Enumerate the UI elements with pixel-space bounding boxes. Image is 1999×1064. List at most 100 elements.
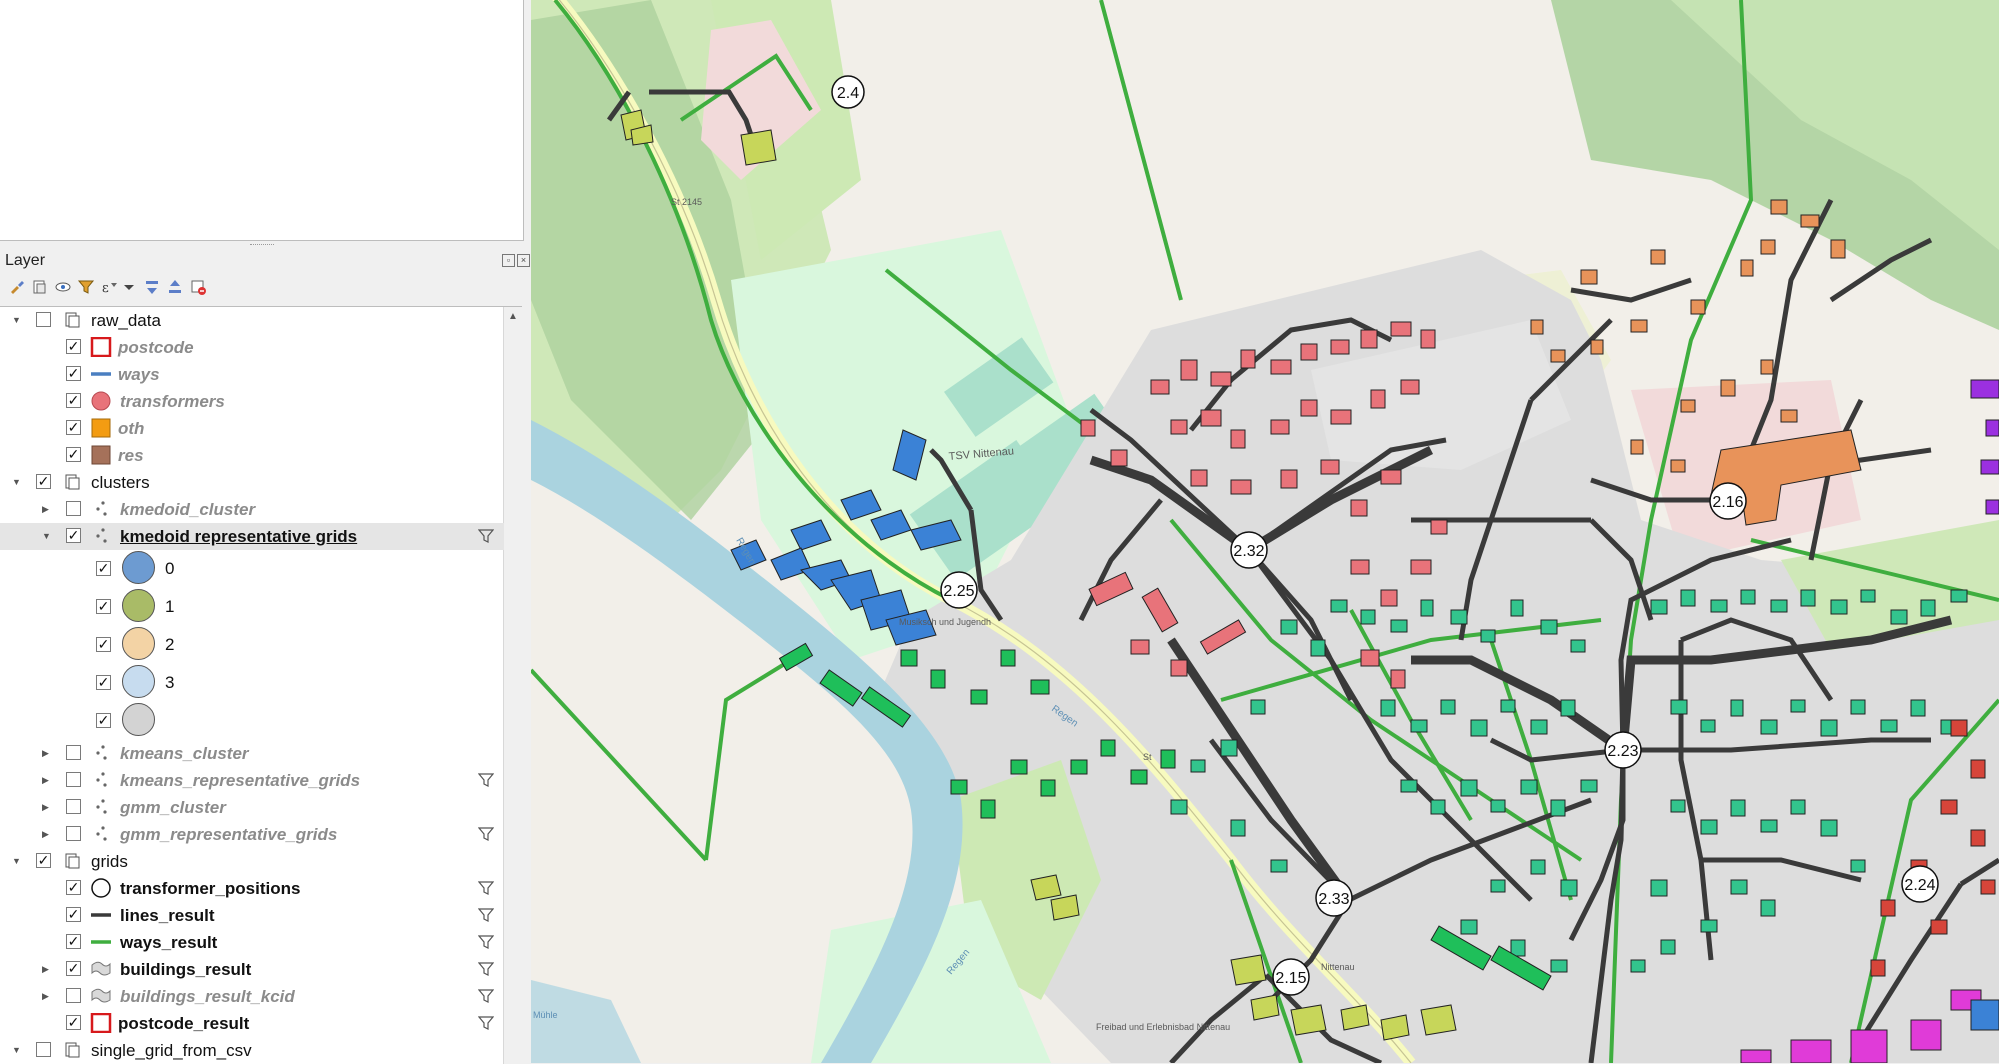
expand-all-icon[interactable] — [143, 278, 161, 296]
visibility-checkbox[interactable] — [66, 880, 81, 895]
expand-arrow-icon[interactable]: ▶ — [42, 748, 52, 758]
visibility-checkbox[interactable] — [66, 366, 81, 381]
dropdown-arrow-icon[interactable] — [120, 278, 138, 296]
tree-layer-gmm-cluster[interactable]: ▶ gmm_cluster — [0, 794, 504, 821]
scroll-up-icon[interactable]: ▲ — [508, 311, 518, 322]
visibility-checkbox[interactable] — [66, 501, 81, 516]
collapse-arrow-icon[interactable]: ▼ — [12, 1045, 22, 1055]
legend-class-2[interactable]: 2 — [0, 626, 504, 664]
panel-splitter[interactable] — [250, 244, 274, 248]
tree-label: gmm_representative_grids — [120, 825, 338, 844]
tree-layer-postcode[interactable]: postcode — [0, 334, 504, 361]
collapse-arrow-icon[interactable]: ▼ — [12, 477, 22, 487]
visibility-checkbox[interactable] — [66, 826, 81, 841]
visibility-checkbox[interactable] — [66, 339, 81, 354]
tree-group-clusters[interactable]: ▼ clusters — [0, 469, 504, 496]
point-layer-icon — [96, 826, 107, 841]
expand-arrow-icon[interactable]: ▶ — [42, 504, 52, 514]
tree-layer-oth[interactable]: oth — [0, 415, 504, 442]
expression-filter-icon[interactable]: ε — [100, 278, 118, 296]
visibility-checkbox[interactable] — [66, 961, 81, 976]
tree-label: lines_result — [120, 906, 215, 925]
collapse-arrow-icon[interactable]: ▼ — [12, 315, 22, 325]
filter-legend-icon[interactable] — [77, 278, 95, 296]
visibility-checkbox[interactable] — [96, 561, 111, 576]
expand-arrow-icon[interactable]: ▶ — [42, 991, 52, 1001]
style-brush-icon[interactable] — [8, 278, 26, 296]
collapse-all-icon[interactable] — [166, 278, 184, 296]
tree-layer-res[interactable]: res — [0, 442, 504, 469]
tree-layer-postcode-result[interactable]: postcode_result — [0, 1010, 504, 1037]
tree-label: oth — [118, 419, 145, 438]
map-canvas[interactable]: TSV Nittenau Musiksch und Jugendh Regen … — [531, 0, 1999, 1063]
filter-icon[interactable] — [478, 934, 494, 950]
tree-layer-gmm-representative-grids[interactable]: ▶ gmm_representative_grids — [0, 821, 504, 848]
visibility-checkbox[interactable] — [96, 675, 111, 690]
place-label: Freibad und Erlebnisbad Nittenau — [1096, 1022, 1230, 1032]
add-group-icon[interactable] — [31, 278, 49, 296]
remove-layer-icon[interactable] — [189, 278, 207, 296]
visibility-checkbox[interactable] — [96, 637, 111, 652]
legend-class-3[interactable]: 3 — [0, 664, 504, 702]
tree-layer-single-grid-from-csv[interactable]: ▼ single_grid_from_csv — [0, 1037, 504, 1064]
polygon-categorized-icon — [91, 961, 111, 976]
visibility-checkbox[interactable] — [96, 713, 111, 728]
tree-layer-buildings-result-kcid[interactable]: ▶ buildings_result_kcid — [0, 983, 504, 1010]
visibility-checkbox[interactable] — [66, 447, 81, 462]
tree-group-grids[interactable]: ▼ grids — [0, 848, 504, 875]
visibility-checkbox[interactable] — [66, 420, 81, 435]
visibility-checkbox[interactable] — [66, 907, 81, 922]
collapse-arrow-icon[interactable]: ▼ — [42, 531, 52, 541]
visibility-checkbox[interactable] — [36, 1042, 51, 1057]
visibility-checkbox[interactable] — [66, 799, 81, 814]
expand-arrow-icon[interactable]: ▶ — [42, 775, 52, 785]
tree-label: transformer_positions — [120, 879, 301, 898]
class-symbol-icon — [122, 665, 155, 698]
close-panel-icon[interactable]: × — [517, 254, 530, 267]
visibility-checkbox[interactable] — [66, 1015, 81, 1030]
tree-group-raw-data[interactable]: ▼ raw_data — [0, 307, 504, 334]
place-label: St — [1143, 752, 1152, 762]
tree-layer-ways[interactable]: ways — [0, 361, 504, 388]
legend-class-1[interactable]: 1 — [0, 588, 504, 626]
tree-layer-lines-result[interactable]: lines_result — [0, 902, 504, 929]
tree-layer-transformers[interactable]: transformers — [0, 388, 504, 415]
legend-class-other[interactable] — [0, 702, 504, 740]
tree-layer-ways-result[interactable]: ways_result — [0, 929, 504, 956]
visibility-eye-icon[interactable] — [54, 278, 72, 296]
filter-icon[interactable] — [478, 772, 494, 788]
tree-layer-transformer-positions[interactable]: transformer_positions — [0, 875, 504, 902]
visibility-checkbox[interactable] — [36, 312, 51, 327]
tree-layer-kmedoid-representative-grids[interactable]: ▼ kmedoid representative grids — [0, 523, 504, 550]
visibility-checkbox[interactable] — [66, 745, 81, 760]
polygon-fill-icon — [91, 445, 111, 465]
visibility-checkbox[interactable] — [66, 393, 81, 408]
legend-class-0[interactable]: 0 — [0, 550, 504, 588]
visibility-checkbox[interactable] — [66, 528, 81, 543]
visibility-checkbox[interactable] — [66, 934, 81, 949]
filter-icon[interactable] — [478, 961, 494, 977]
tree-layer-kmeans-cluster[interactable]: ▶ kmeans_cluster — [0, 740, 504, 767]
expand-arrow-icon[interactable]: ▶ — [42, 964, 52, 974]
filter-icon[interactable] — [478, 528, 494, 544]
point-layer-icon — [96, 528, 107, 543]
class-label: 0 — [165, 559, 175, 578]
visibility-checkbox[interactable] — [96, 599, 111, 614]
expand-arrow-icon[interactable]: ▶ — [42, 829, 52, 839]
filter-icon[interactable] — [478, 988, 494, 1004]
visibility-checkbox[interactable] — [66, 772, 81, 787]
tree-layer-kmedoid-cluster[interactable]: ▶ kmedoid_cluster — [0, 496, 504, 523]
filter-icon[interactable] — [478, 880, 494, 896]
visibility-checkbox[interactable] — [66, 988, 81, 1003]
filter-icon[interactable] — [478, 1015, 494, 1031]
filter-icon[interactable] — [478, 907, 494, 923]
visibility-checkbox[interactable] — [36, 853, 51, 868]
visibility-checkbox[interactable] — [36, 474, 51, 489]
tree-layer-kmeans-representative-grids[interactable]: ▶ kmeans_representative_grids — [0, 767, 504, 794]
expand-arrow-icon[interactable]: ▶ — [42, 802, 52, 812]
collapse-arrow-icon[interactable]: ▼ — [12, 856, 22, 866]
layer-tree-scrollbar[interactable]: ▲ — [503, 307, 522, 1064]
filter-icon[interactable] — [478, 826, 494, 842]
float-panel-icon[interactable]: ▫ — [502, 254, 515, 267]
tree-layer-buildings-result[interactable]: ▶ buildings_result — [0, 956, 504, 983]
